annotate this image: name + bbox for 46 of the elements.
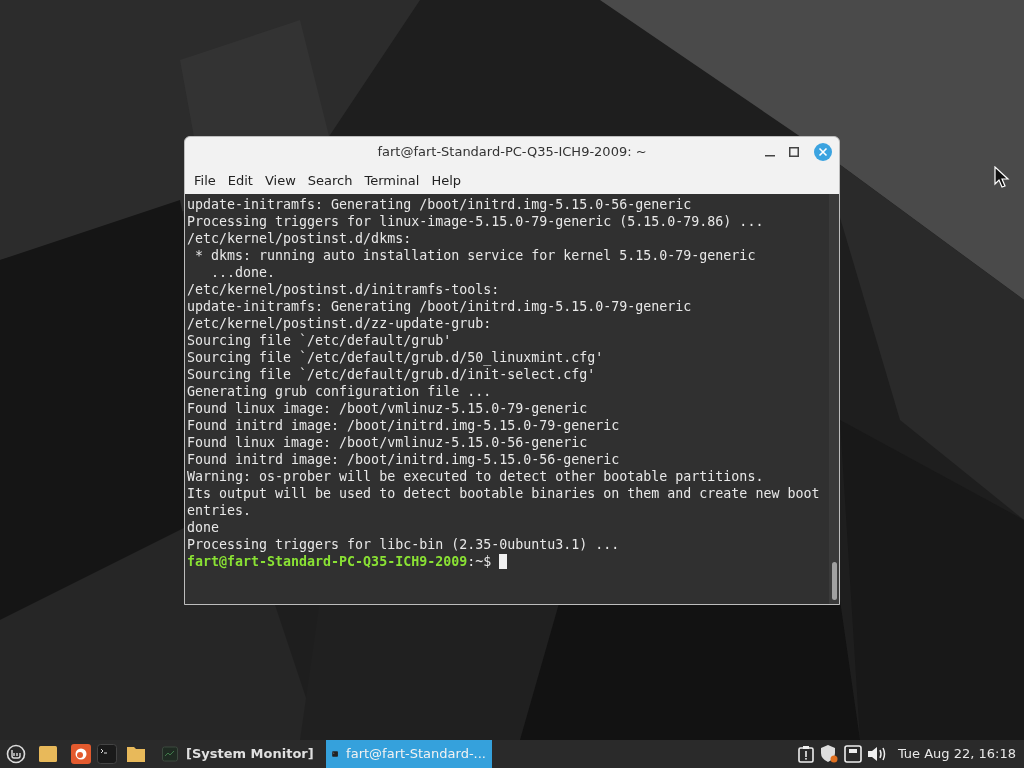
pointer-icon (994, 166, 1011, 188)
terminal-icon[interactable] (97, 744, 117, 764)
menu-item[interactable]: Search (302, 170, 358, 191)
terminal-line: update-initramfs: Generating /boot/initrd.img-5.15.0-79-generic (187, 298, 693, 315)
prompt-path: :~$ (467, 553, 492, 570)
terminal-line: /etc/kernel/postinst.d/initramfs-tools: (187, 281, 501, 298)
clock[interactable]: Tue Aug 22, 16:18 (897, 744, 1016, 764)
maximize-icon[interactable] (789, 147, 799, 157)
menu-item[interactable]: Terminal (359, 170, 425, 191)
menu-item[interactable]: Help (426, 170, 467, 191)
taskbar-window-button[interactable]: [System Monitor] (156, 740, 322, 768)
menu-item[interactable]: Edit (222, 170, 258, 191)
terminal-line: Found linux image: /boot/vmlinuz-5.15.0-56-generic (187, 434, 589, 451)
terminal-line: Generating grub configuration file ... (187, 383, 493, 400)
close-icon[interactable] (813, 142, 833, 162)
terminal-line: Found initrd image: /boot/initrd.img-5.15.0-79-generic (187, 417, 621, 434)
scrollbar[interactable] (829, 194, 839, 604)
scrollbar-thumb[interactable] (832, 562, 837, 600)
terminal-line: entries. (187, 502, 253, 519)
menu-logo-icon[interactable] (6, 744, 26, 764)
browser-icon[interactable] (71, 744, 91, 764)
terminal-line: ...done. (210, 264, 277, 281)
terminal-line: Found initrd image: /boot/initrd.img-5.15.0-56-generic (187, 451, 621, 468)
menu-item[interactable]: View (259, 170, 301, 191)
shield-icon[interactable] (818, 744, 839, 764)
terminal-line: Sourcing file `/etc/default/grub.d/init-select.cfg' (187, 366, 597, 383)
terminal-line: /etc/kernel/postinst.d/zz-update-grub: (187, 315, 493, 332)
clipboard-icon[interactable] (797, 745, 814, 763)
terminal-line: update-initramfs: Generating /boot/initrd.img-5.15.0-56-generic (187, 196, 693, 213)
terminal-line: Processing triggers for linux-image-5.15.0-79-generic (5.15.0-79.86) ... (187, 213, 765, 230)
terminal-line: Warning: os-prober will be executed to detect other bootable partitions. (187, 468, 765, 485)
folder-icon[interactable] (126, 745, 146, 763)
terminal-line: Processing triggers for libc-bin (2.35-0ubuntu3.1) ... (187, 536, 621, 553)
terminal-line: /etc/kernel/postinst.d/dkms: (187, 230, 413, 247)
terminal-line: Sourcing file `/etc/default/grub' (187, 332, 453, 349)
terminal-line: Found linux image: /boot/vmlinuz-5.15.0-79-generic (187, 400, 589, 417)
terminal-line: Its output will be used to detect bootable binaries on them and create new boot (187, 485, 821, 502)
terminal-line: Sourcing file `/etc/default/grub.d/50_linuxmint.cfg' (187, 349, 605, 366)
folder-icon[interactable] (38, 744, 58, 764)
window-title: fart@fart-Standard-PC-Q35-ICH9-2009: ~ (377, 143, 647, 162)
terminal-line: * dkms: running auto installation service for kernel 5.15.0-79-generic (194, 247, 757, 264)
menu-item[interactable]: File (189, 170, 221, 191)
monitor-icon (162, 746, 178, 762)
volume-icon[interactable] (866, 745, 887, 763)
terminal-line: done (187, 519, 221, 536)
prompt-user-host: fart@fart-Standard-PC-Q35-ICH9-2009 (187, 553, 468, 570)
